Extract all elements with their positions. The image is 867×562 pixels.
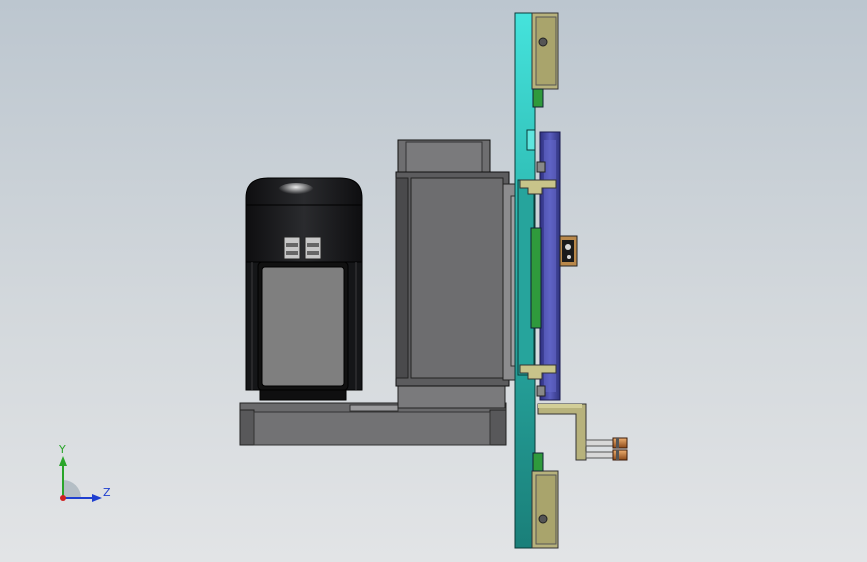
gearbox[interactable] xyxy=(395,139,524,387)
clamp-block-top[interactable] xyxy=(531,12,559,108)
fitting-icon[interactable] xyxy=(585,437,628,461)
clamp-block-bottom[interactable] xyxy=(531,452,559,549)
sensor-block[interactable] xyxy=(559,235,578,267)
motor[interactable] xyxy=(245,177,363,401)
triad-y-label: Y xyxy=(59,443,66,456)
l-bracket[interactable] xyxy=(537,403,587,461)
coordinate-triad-icon xyxy=(59,456,102,502)
graphics-viewport[interactable]: Y Z xyxy=(0,0,867,562)
triad-z-label: Z xyxy=(103,486,111,499)
